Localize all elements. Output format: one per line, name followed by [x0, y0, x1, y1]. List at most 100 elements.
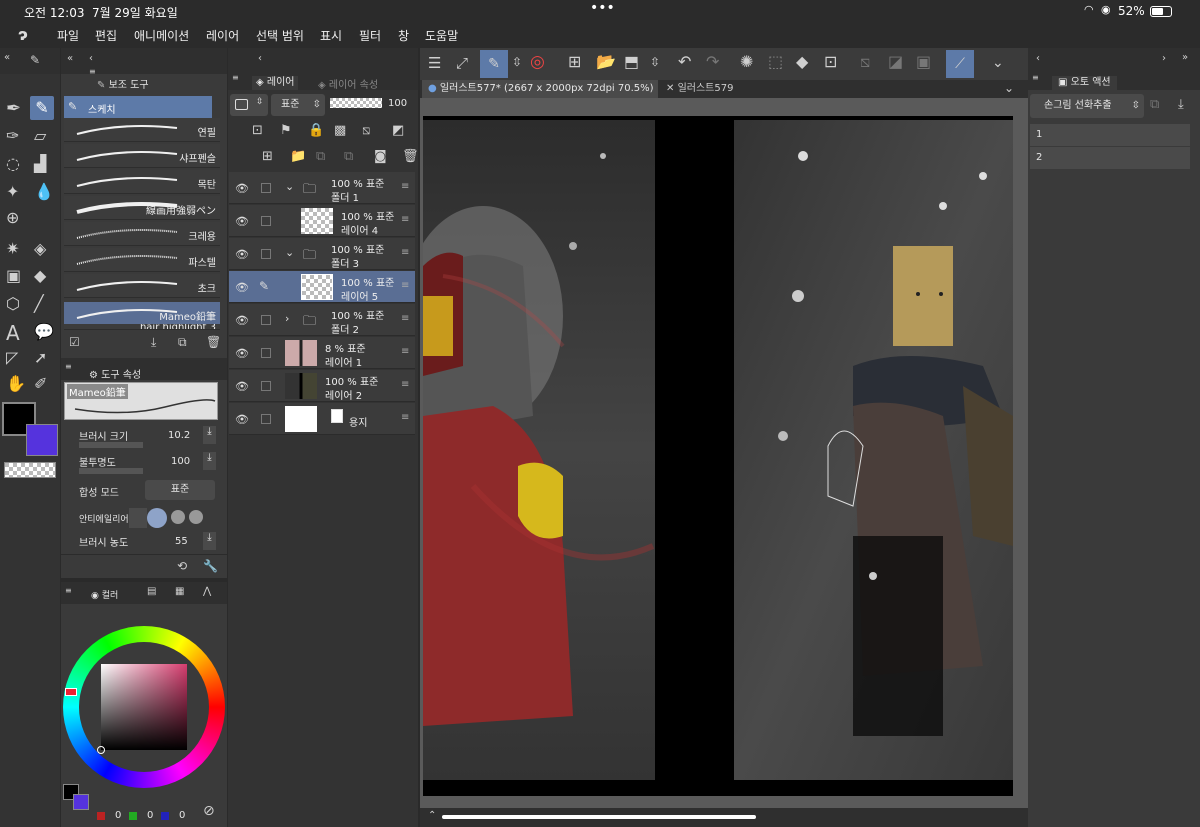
ruler-tool-icon[interactable]: ◸ — [6, 350, 18, 366]
layer-drag-handle-icon[interactable]: ≡ — [401, 181, 409, 192]
layer-mask-icon[interactable]: ◙ — [374, 150, 387, 163]
layer-property-tab[interactable]: ◈ 레이어 속성 — [318, 76, 378, 91]
visibility-eye-icon[interactable]: 👁 — [235, 281, 249, 294]
stepper-icon[interactable]: ⇳ — [512, 56, 522, 68]
subtool-tab[interactable]: ✎ 보조 도구 — [97, 76, 149, 91]
visibility-eye-icon[interactable]: 👁 — [235, 215, 249, 228]
invert-selection-icon[interactable]: ◪ — [888, 54, 903, 70]
undo-icon[interactable]: ↶ — [678, 54, 691, 70]
delete-layer-icon[interactable]: 🗑 — [402, 150, 419, 163]
menu-filter[interactable]: 필터 — [359, 27, 381, 44]
tool-property-tab[interactable]: ⚙ 도구 속성 — [89, 366, 141, 381]
menu-help[interactable]: 도움말 — [425, 27, 458, 44]
selection-border-icon[interactable]: ▣ — [916, 54, 931, 70]
layer-select-checkbox[interactable] — [261, 315, 271, 325]
reference-icon[interactable]: ⚑ — [280, 124, 292, 137]
layer-row[interactable]: 👁 ⌄ 🗀 100 % 표준 폴더 3 ≡ — [229, 238, 415, 270]
layer-row[interactable]: 👁 용지 ≡ — [229, 403, 415, 435]
layer-opacity-slider[interactable] — [330, 98, 382, 108]
loading-icon[interactable]: ✺ — [740, 54, 753, 70]
eraser-tool-icon[interactable]: ▱ — [34, 128, 46, 144]
expand-command-icon[interactable]: ⌄ — [992, 56, 1004, 70]
layer-drag-handle-icon[interactable]: ≡ — [401, 247, 409, 258]
opacity-pin-icon[interactable]: ⤓ — [203, 452, 216, 470]
layer-select-checkbox[interactable] — [261, 381, 271, 391]
folder-collapsed-icon[interactable]: › — [285, 312, 289, 325]
operation-tool-icon[interactable]: ➚ — [34, 350, 47, 366]
mini-sub-color-icon[interactable] — [73, 794, 89, 810]
color-set-tab-icon[interactable]: ▤ — [147, 587, 156, 597]
menu-window[interactable]: 창 — [398, 27, 409, 44]
merge-icon[interactable]: ⧉ — [344, 150, 353, 163]
horizontal-scrollbar[interactable] — [442, 815, 756, 819]
aa-none-icon[interactable] — [129, 508, 147, 528]
layer-row[interactable]: 👁 8 % 표준 레이어 1 ≡ — [229, 337, 415, 369]
companion-icon[interactable]: ◎ — [530, 54, 545, 71]
redo-icon[interactable]: ↷ — [706, 54, 719, 70]
hand-tool-icon[interactable]: ✋ — [6, 376, 26, 392]
expand-up-icon[interactable]: ⌃ — [428, 811, 436, 821]
visibility-eye-icon[interactable]: 👁 — [235, 314, 249, 327]
menu-selection[interactable]: 선택 범위 — [256, 27, 304, 44]
new-file-icon[interactable]: ⊞ — [568, 54, 581, 70]
layer-row[interactable]: 👁 › 🗀 100 % 표준 폴더 2 ≡ — [229, 304, 415, 336]
lock-alpha-icon[interactable]: ▩ — [334, 124, 346, 137]
layer-drag-handle-icon[interactable]: ≡ — [401, 214, 409, 225]
3d-tool-icon[interactable]: ⬡ — [6, 296, 20, 312]
brush-tool-icon[interactable]: ✑ — [6, 128, 19, 144]
sub-color-swatch[interactable] — [26, 424, 58, 456]
sparkle-tool-icon[interactable]: ✦ — [6, 184, 19, 200]
layer-blend-select[interactable]: 표준 ⇳ — [271, 94, 325, 116]
lasso-tool-icon[interactable]: ◌ — [6, 156, 20, 172]
auto-select-icon[interactable]: ✷ — [6, 241, 19, 257]
multitask-dots-icon[interactable]: ••• — [590, 0, 615, 16]
folder-expanded-icon[interactable]: ⌄ — [285, 180, 294, 193]
app-logo-icon[interactable]: ɂ — [18, 25, 28, 44]
layer-select-checkbox[interactable] — [261, 414, 271, 424]
copy-action-icon[interactable]: ⧉ — [1150, 98, 1159, 111]
blend-tool-icon[interactable]: 💧 — [34, 184, 54, 200]
text-tool-icon[interactable]: A — [6, 323, 20, 343]
aa-weak-icon[interactable] — [147, 508, 167, 528]
brush-size-slider[interactable] — [79, 442, 143, 448]
blend-select[interactable]: 표준 — [145, 480, 215, 500]
download-icon[interactable]: ⤓ — [151, 336, 156, 348]
open-icon[interactable]: 📂 — [596, 54, 616, 70]
layer-color-select[interactable]: ⇳ — [230, 94, 268, 116]
forward-icon[interactable]: › — [1162, 54, 1166, 64]
snap-icon[interactable]: ⟋ — [946, 50, 974, 78]
panel-menu-icon[interactable]: ≡ — [65, 363, 72, 371]
menu-view[interactable]: 표시 — [320, 27, 342, 44]
layer-drag-handle-icon[interactable]: ≡ — [401, 412, 409, 423]
panel-menu-icon[interactable]: ≡ — [1032, 74, 1039, 82]
pencil-tool-icon[interactable]: ✎ — [30, 96, 54, 120]
clip-icon[interactable]: ⊡ — [252, 124, 263, 137]
brush-item[interactable]: 線画用強弱ペン — [64, 196, 220, 220]
visibility-eye-icon[interactable]: 👁 — [235, 413, 249, 426]
brush-item[interactable]: 목탄 — [64, 170, 220, 194]
layer-select-checkbox[interactable] — [261, 183, 271, 193]
lock-icon[interactable]: 🔒 — [308, 124, 324, 137]
back-icon[interactable]: ‹ — [258, 54, 262, 64]
back-icon[interactable]: ‹ — [1036, 54, 1040, 64]
panel-menu-icon[interactable]: ≡ — [89, 68, 96, 76]
visibility-eye-icon[interactable]: 👁 — [235, 347, 249, 360]
doc-tab-1[interactable]: ● 일러스트577* (2667 x 2000px 72dpi 70.5%) — [422, 80, 658, 98]
menu-file[interactable]: 파일 — [57, 27, 79, 44]
mask-icon[interactable]: ⧅ — [362, 124, 370, 137]
visibility-eye-icon[interactable]: 👁 — [235, 182, 249, 195]
layer-drag-handle-icon[interactable]: ≡ — [401, 313, 409, 324]
transparent-color-swatch[interactable] — [4, 462, 56, 478]
export-icon[interactable]: ⬒ — [624, 54, 639, 70]
copy-layer-icon[interactable]: ⧉ — [316, 150, 325, 163]
brush-size-pin-icon[interactable]: ⤓ — [203, 426, 216, 444]
fit-icon[interactable]: ⤢ — [456, 56, 468, 71]
visibility-eye-icon[interactable]: 👁 — [235, 380, 249, 393]
layer-row[interactable]: 👁 ⌄ 🗀 100 % 표준 폴더 1 ≡ — [229, 172, 415, 204]
subtool-settings-icon[interactable]: ☑ — [69, 336, 80, 348]
brush-item[interactable]: 샤프펜슬 — [64, 144, 220, 168]
save-stepper-icon[interactable]: ⇳ — [650, 56, 660, 68]
sv-handle[interactable] — [97, 746, 105, 754]
layer-select-checkbox[interactable] — [261, 216, 271, 226]
layer-row[interactable]: 👁 ✎ 100 % 표준 레이어 5 ≡ — [229, 271, 415, 303]
